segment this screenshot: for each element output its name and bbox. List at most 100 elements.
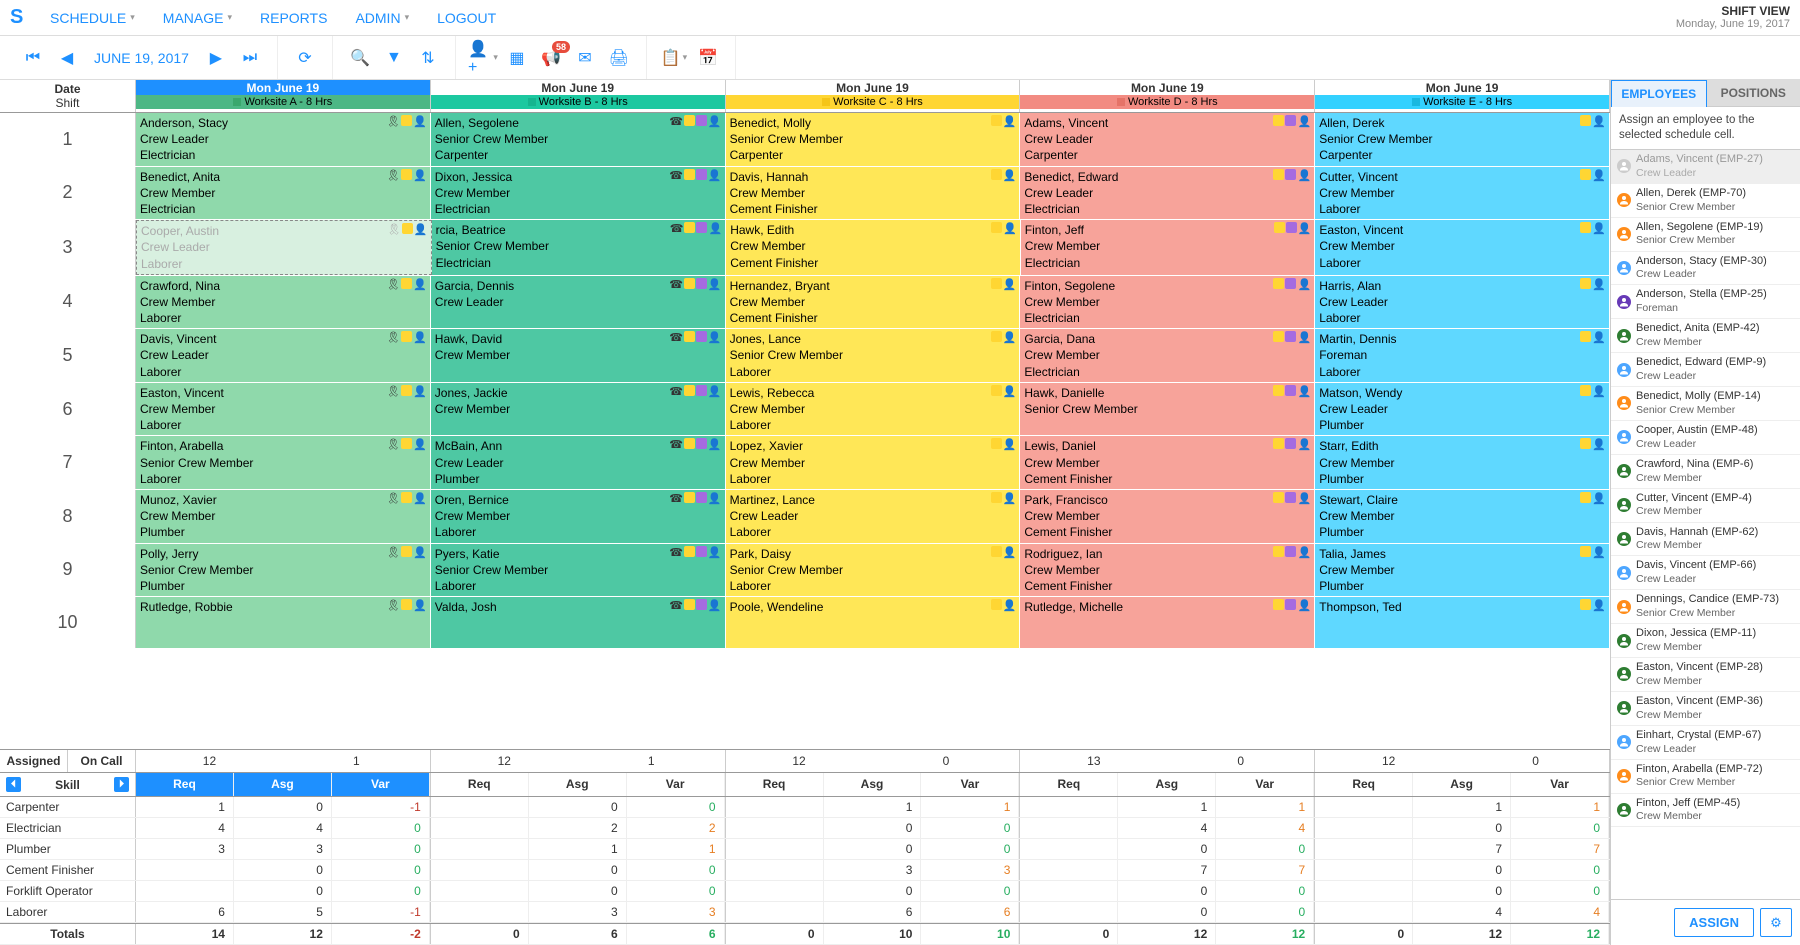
schedule-cell[interactable]: ☎👤Pyers, KatieSenior Crew MemberLaborer [431,544,726,597]
search-icon[interactable]: 🔍 [345,43,375,73]
gear-icon[interactable]: ⚙ [1760,908,1792,937]
column-header[interactable]: Mon June 19Worksite A - 8 Hrs [136,80,431,112]
assign-button[interactable]: ASSIGN [1674,908,1754,937]
schedule-cell[interactable]: 👤Easton, VincentCrew MemberLaborer [1315,220,1610,275]
employee-item[interactable]: Adams, Vincent (EMP-27)Crew Leader [1611,150,1800,184]
sort-icon[interactable]: ⇅ [413,43,443,73]
nav-last-icon[interactable]: ⏭ [235,43,265,73]
employee-item[interactable]: Dennings, Candice (EMP-73)Senior Crew Me… [1611,590,1800,624]
schedule-cell[interactable]: 👤Garcia, DanaCrew MemberElectrician [1020,329,1315,382]
announce-icon[interactable]: 📢58 [536,43,566,73]
schedule-cell[interactable]: 🎗👤Anderson, StacyCrew LeaderElectrician [136,113,431,166]
employee-item[interactable]: Allen, Derek (EMP-70)Senior Crew Member [1611,184,1800,218]
schedule-cell[interactable]: ☎👤Valda, Josh [431,597,726,648]
employee-item[interactable]: Easton, Vincent (EMP-36)Crew Member [1611,692,1800,726]
nav-manage[interactable]: MANAGE▾ [163,10,232,26]
schedule-cell[interactable]: ☎👤Dixon, JessicaCrew MemberElectrician [431,167,726,220]
schedule-cell[interactable]: 🎗👤Polly, JerrySenior Crew MemberPlumber [136,544,431,597]
skills-collapse-right-icon[interactable]: ⏵ [114,777,129,792]
employee-item[interactable]: Benedict, Edward (EMP-9)Crew Leader [1611,353,1800,387]
toolbar-date[interactable]: JUNE 19, 2017 [94,50,189,66]
schedule-cell[interactable]: 👤Adams, VincentCrew LeaderCarpenter [1020,113,1315,166]
schedule-cell[interactable]: 👤Poole, Wendeline [726,597,1021,648]
nav-prev-icon[interactable]: ◀ [52,43,82,73]
schedule-cell[interactable]: 👤Lewis, RebeccaCrew MemberLaborer [726,383,1021,436]
filter-icon[interactable]: ▼ [379,43,409,73]
schedule-cell[interactable]: 👤Lewis, DanielCrew MemberCement Finisher [1020,436,1315,489]
schedule-cell[interactable]: 👤Benedict, EdwardCrew LeaderElectrician [1020,167,1315,220]
employee-item[interactable]: Crawford, Nina (EMP-6)Crew Member [1611,455,1800,489]
add-person-icon[interactable]: 👤+ [468,43,498,73]
schedule-cell[interactable]: 👤Park, DaisySenior Crew MemberLaborer [726,544,1021,597]
schedule-cell[interactable]: 👤Hawk, EdithCrew MemberCement Finisher [726,220,1021,275]
nav-logout[interactable]: LOGOUT [437,10,496,26]
schedule-cell[interactable]: 👤Talia, JamesCrew MemberPlumber [1315,544,1610,597]
schedule-cell[interactable]: 👤Park, FranciscoCrew MemberCement Finish… [1020,490,1315,543]
nav-reports[interactable]: REPORTS [260,10,327,26]
grid-icon[interactable]: ▦ [502,43,532,73]
employee-item[interactable]: Einhart, Crystal (EMP-67)Crew Leader [1611,726,1800,760]
schedule-cell[interactable]: 🎗👤Crawford, NinaCrew MemberLaborer [136,276,431,329]
column-header[interactable]: Mon June 19Worksite D - 8 Hrs [1020,80,1315,112]
schedule-cell[interactable]: 👤Finton, SegoleneCrew MemberElectrician [1020,276,1315,329]
nav-next-icon[interactable]: ▶ [201,43,231,73]
schedule-cell[interactable]: ☎👤McBain, AnnCrew LeaderPlumber [431,436,726,489]
schedule-cell[interactable]: ☎👤Hawk, DavidCrew Member [431,329,726,382]
schedule-cell[interactable]: 👤Matson, WendyCrew LeaderPlumber [1315,383,1610,436]
calendar-icon[interactable]: 📅 [693,43,723,73]
schedule-cell[interactable]: ☎👤Garcia, DennisCrew Leader [431,276,726,329]
schedule-cell[interactable]: 🎗👤Davis, VincentCrew LeaderLaborer [136,329,431,382]
employee-item[interactable]: Finton, Arabella (EMP-72)Senior Crew Mem… [1611,760,1800,794]
employee-item[interactable]: Benedict, Anita (EMP-42)Crew Member [1611,319,1800,353]
employee-item[interactable]: Anderson, Stacy (EMP-30)Crew Leader [1611,252,1800,286]
schedule-cell[interactable]: 👤Finton, JeffCrew MemberElectrician [1021,220,1316,275]
employee-item[interactable]: Benedict, Molly (EMP-14)Senior Crew Memb… [1611,387,1800,421]
schedule-cell[interactable]: 👤Harris, AlanCrew LeaderLaborer [1315,276,1610,329]
employee-item[interactable]: Anderson, Stella (EMP-25)Foreman [1611,285,1800,319]
schedule-cell[interactable]: 👤Hernandez, BryantCrew MemberCement Fini… [726,276,1021,329]
print-icon[interactable]: 🖨 [604,43,634,73]
schedule-cell[interactable]: 🎗👤Finton, ArabellaSenior Crew MemberLabo… [136,436,431,489]
schedule-cell[interactable]: 👤Davis, HannahCrew MemberCement Finisher [726,167,1021,220]
employee-item[interactable]: Easton, Vincent (EMP-28)Crew Member [1611,658,1800,692]
column-header[interactable]: Mon June 19Worksite B - 8 Hrs [431,80,726,112]
schedule-cell[interactable]: 👤Martinez, LanceCrew LeaderLaborer [726,490,1021,543]
nav-first-icon[interactable]: ⏮ [18,43,48,73]
schedule-cell[interactable]: 👤Rodriguez, IanCrew MemberCement Finishe… [1020,544,1315,597]
employee-item[interactable]: Cooper, Austin (EMP-48)Crew Leader [1611,421,1800,455]
employee-item[interactable]: Allen, Segolene (EMP-19)Senior Crew Memb… [1611,218,1800,252]
column-header[interactable]: Mon June 19Worksite C - 8 Hrs [726,80,1021,112]
schedule-cell[interactable]: 👤Lopez, XavierCrew MemberLaborer [726,436,1021,489]
schedule-cell[interactable]: 🎗👤Rutledge, Robbie [136,597,431,648]
skills-collapse-left-icon[interactable]: ⏴ [6,777,21,792]
mail-icon[interactable]: ✉ [570,43,600,73]
schedule-cell[interactable]: 👤Starr, EdithCrew MemberPlumber [1315,436,1610,489]
schedule-cell[interactable]: 👤Allen, DerekSenior Crew MemberCarpenter [1315,113,1610,166]
nav-admin[interactable]: ADMIN▾ [355,10,409,26]
refresh-icon[interactable]: ⟳ [290,43,320,73]
schedule-cell[interactable]: 🎗👤Easton, VincentCrew MemberLaborer [136,383,431,436]
schedule-cell[interactable]: 🎗👤Munoz, XavierCrew MemberPlumber [136,490,431,543]
column-header[interactable]: Mon June 19Worksite E - 8 Hrs [1315,80,1610,112]
tab-employees[interactable]: EMPLOYEES [1611,80,1707,107]
schedule-cell[interactable]: 👤Thompson, Ted [1315,597,1610,648]
employee-item[interactable]: Davis, Hannah (EMP-62)Crew Member [1611,523,1800,557]
schedule-cell[interactable]: 👤Benedict, MollySenior Crew MemberCarpen… [726,113,1021,166]
schedule-cell[interactable]: ☎👤Allen, SegoleneSenior Crew MemberCarpe… [431,113,726,166]
schedule-cell[interactable]: 👤Rutledge, Michelle [1020,597,1315,648]
employee-item[interactable]: Davis, Vincent (EMP-66)Crew Leader [1611,556,1800,590]
schedule-cell[interactable]: 🎗👤Cooper, AustinCrew LeaderLaborer [136,220,432,275]
schedule-cell[interactable]: ☎👤Jones, JackieCrew Member [431,383,726,436]
employee-item[interactable]: Dixon, Jessica (EMP-11)Crew Member [1611,624,1800,658]
tab-positions[interactable]: POSITIONS [1707,80,1800,107]
clipboard-icon[interactable]: 📋 [659,43,689,73]
schedule-cell[interactable]: 👤Martin, DennisForemanLaborer [1315,329,1610,382]
nav-schedule[interactable]: SCHEDULE▾ [50,10,135,26]
schedule-cell[interactable]: ☎👤Oren, BerniceCrew MemberLaborer [431,490,726,543]
schedule-cell[interactable]: 🎗👤Benedict, AnitaCrew MemberElectrician [136,167,431,220]
schedule-cell[interactable]: ☎👤rcia, BeatriceSenior Crew MemberElectr… [432,220,727,275]
employee-item[interactable]: Finton, Jeff (EMP-45)Crew Member [1611,794,1800,828]
schedule-cell[interactable]: 👤Cutter, VincentCrew MemberLaborer [1315,167,1610,220]
schedule-cell[interactable]: 👤Stewart, ClaireCrew MemberPlumber [1315,490,1610,543]
schedule-cell[interactable]: 👤Jones, LanceSenior Crew MemberLaborer [726,329,1021,382]
